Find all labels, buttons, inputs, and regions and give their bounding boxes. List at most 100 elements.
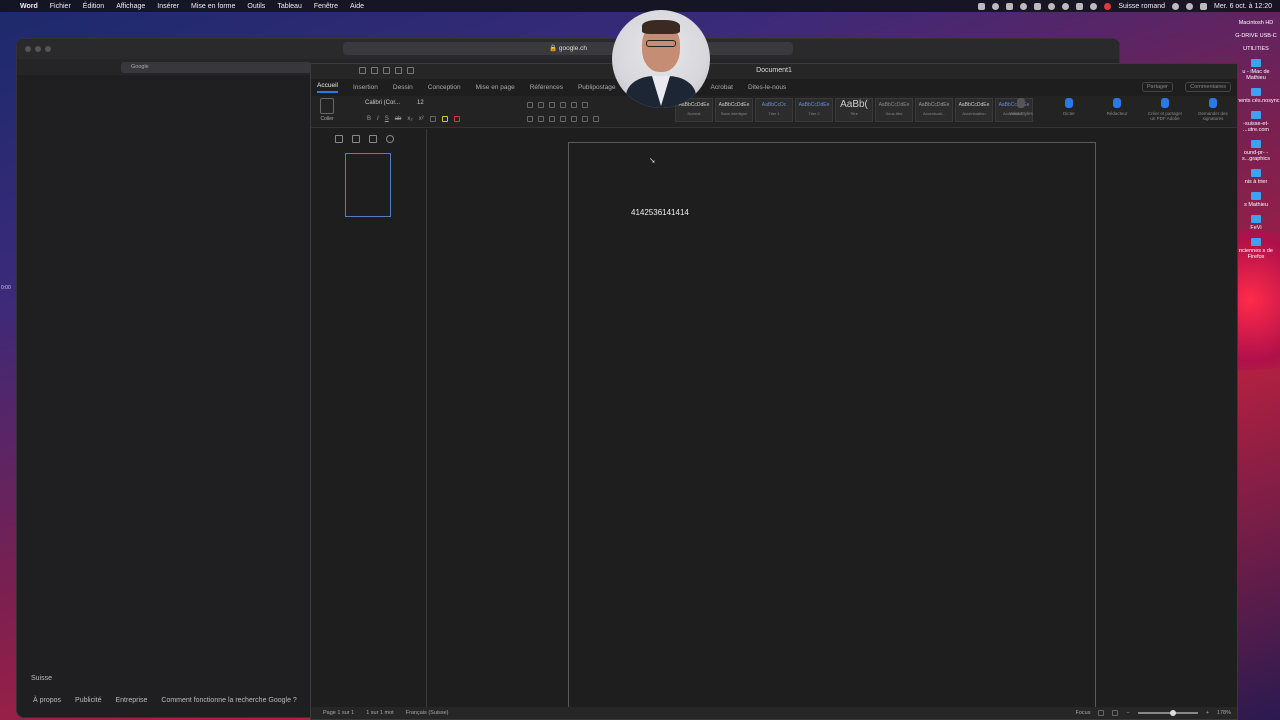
tab-dessin[interactable]: Dessin (393, 84, 413, 91)
strikethrough-button[interactable]: ab (395, 116, 402, 122)
bold-button[interactable]: B (367, 116, 371, 122)
style-subtle-emphasis[interactable]: AaBbCcDdEe Accentuati... (915, 98, 953, 122)
desktop-icon[interactable]: UTILITIES (1232, 46, 1280, 52)
menu-aide[interactable]: Aide (350, 3, 364, 10)
desktop-icon[interactable]: -suisse-et- ...utre.com (1232, 111, 1280, 133)
zoom-button[interactable] (45, 46, 51, 52)
numbering-icon[interactable] (538, 102, 544, 108)
menu-mise-en-forme[interactable]: Mise en forme (191, 3, 235, 10)
menu-clock[interactable]: Mer. 6 oct. à 12:20 (1214, 3, 1272, 10)
tab-mise-en-page[interactable]: Mise en page (476, 84, 515, 91)
address-bar[interactable]: 🔒 google.ch (343, 42, 793, 55)
search-icon[interactable] (1186, 2, 1194, 10)
font-size-select[interactable]: 12 (417, 100, 424, 106)
style-heading-1[interactable]: AaBbCcDc Titre 1 (755, 98, 793, 122)
desktop-icon[interactable]: FeVi (1232, 215, 1280, 231)
desktop-icon[interactable]: u - iMac de Mathieu (1232, 59, 1280, 81)
language-status[interactable]: Français (Suisse) (406, 710, 449, 716)
page-count[interactable]: Page 1 sur 1 (323, 710, 354, 716)
menu-affichage[interactable]: Affichage (116, 3, 145, 10)
tab-insertion[interactable]: Insertion (353, 84, 378, 91)
browser-tab[interactable]: Google (121, 62, 311, 73)
page-thumbnail[interactable] (345, 153, 391, 217)
menu-fenetre[interactable]: Fenêtre (314, 3, 338, 10)
create-pdf-button[interactable]: Créer et partager un PDF Adobe (1147, 98, 1183, 121)
tab-acrobat[interactable]: Acrobat (711, 84, 733, 91)
desktop-icon[interactable]: éments cés.nosync (1232, 88, 1280, 104)
desktop-icon[interactable]: nis à trier (1232, 169, 1280, 185)
highlight-icon[interactable] (441, 116, 448, 122)
sort-icon[interactable] (582, 102, 588, 108)
zoom-slider-knob[interactable] (1169, 710, 1176, 716)
desktop-icon[interactable]: Macintosh HD (1232, 20, 1280, 26)
share-button[interactable]: Partager (1141, 82, 1173, 92)
subscript-button[interactable]: x₂ (407, 116, 412, 122)
menu-fichier[interactable]: Fichier (50, 3, 71, 10)
focus-button[interactable]: Focus (1076, 710, 1091, 716)
style-subtitle[interactable]: AaBbCcDdEe Sous-titre (875, 98, 913, 122)
close-button[interactable] (25, 46, 31, 52)
line-spacing-icon[interactable] (571, 116, 577, 122)
editor-button[interactable]: Rédacteur (1099, 98, 1135, 121)
tab-references[interactable]: Références (530, 84, 563, 91)
align-right-icon[interactable] (549, 116, 555, 122)
print-layout-icon[interactable] (1098, 710, 1105, 716)
style-heading-2[interactable]: AaBbCcDdEe Titre 2 (795, 98, 833, 122)
align-left-icon[interactable] (527, 116, 533, 122)
status-sync-icon[interactable] (992, 2, 1000, 10)
zoom-slider[interactable] (1137, 710, 1198, 716)
text-effects-icon[interactable] (429, 116, 436, 122)
web-layout-icon[interactable] (1112, 710, 1119, 716)
tab-conception[interactable]: Conception (428, 84, 461, 91)
tab-accueil[interactable]: Accueil (317, 82, 338, 93)
status-clock-icon[interactable] (1062, 2, 1070, 10)
menu-tableau[interactable]: Tableau (277, 3, 302, 10)
status-moon-icon[interactable] (1048, 2, 1056, 10)
style-emphasis[interactable]: AaBbCcDdEe Accentuation (955, 98, 993, 122)
font-name-select[interactable]: Calibri (Cor... (365, 100, 400, 106)
superscript-button[interactable]: x² (419, 116, 424, 122)
tab-publipostage[interactable]: Publipostage (578, 84, 616, 91)
menu-app-name[interactable]: Word (20, 3, 38, 10)
multilevel-list-icon[interactable] (549, 102, 555, 108)
zoom-in-button[interactable]: + (1206, 710, 1209, 716)
decrease-indent-icon[interactable] (560, 102, 566, 108)
dictate-button[interactable]: Dicter (1051, 98, 1087, 121)
footer-link-business[interactable]: Entreprise (116, 697, 148, 704)
status-settings-icon[interactable] (1020, 2, 1028, 10)
italic-button[interactable]: I (377, 116, 379, 122)
bullets-icon[interactable] (527, 102, 533, 108)
align-center-icon[interactable] (538, 116, 544, 122)
request-signatures-button[interactable]: Demander des signatures (1195, 98, 1231, 121)
status-tool-icon[interactable] (1006, 2, 1014, 10)
menu-outils[interactable]: Outils (247, 3, 265, 10)
justify-icon[interactable] (560, 116, 566, 122)
word-count[interactable]: 1 sur 1 mot (366, 710, 394, 716)
footer-link-about[interactable]: À propos (33, 697, 61, 704)
control-center-icon[interactable] (1200, 2, 1208, 10)
menu-edition[interactable]: Édition (83, 3, 104, 10)
footer-link-how-search-works[interactable]: Comment fonctionne la recherche Google ? (161, 697, 296, 704)
desktop-icon[interactable]: nciennes s de Firefox (1232, 238, 1280, 260)
shading-icon[interactable] (582, 116, 588, 122)
underline-button[interactable]: S (385, 116, 389, 122)
menu-inserer[interactable]: Insérer (157, 3, 179, 10)
styles-pane-button[interactable]: Volet Styles (1003, 98, 1039, 121)
status-app-icon[interactable] (978, 2, 986, 10)
outline-icon[interactable] (352, 135, 360, 143)
keyboard-layout[interactable]: Suisse romand (1118, 3, 1165, 10)
increase-indent-icon[interactable] (571, 102, 577, 108)
zoom-out-button[interactable]: − (1126, 710, 1129, 716)
volume-icon[interactable] (1076, 2, 1084, 10)
font-color-icon[interactable] (453, 116, 460, 122)
thumbnails-icon[interactable] (335, 135, 343, 143)
desktop-icon[interactable]: ound-pr- -s...graphics (1232, 140, 1280, 162)
status-shield-icon[interactable] (1034, 2, 1042, 10)
tell-me-box[interactable]: Dites-le-nous (748, 84, 786, 91)
desktop-icon[interactable]: s Mathieu (1232, 192, 1280, 208)
desktop-icon[interactable]: G-DRIVE USB-C (1232, 33, 1280, 39)
document-text[interactable]: 4142536141414 (631, 208, 689, 217)
minimize-button[interactable] (35, 46, 41, 52)
document-page[interactable]: ➘ 4142536141414 (568, 142, 1096, 712)
footer-link-ads[interactable]: Publicité (75, 697, 101, 704)
